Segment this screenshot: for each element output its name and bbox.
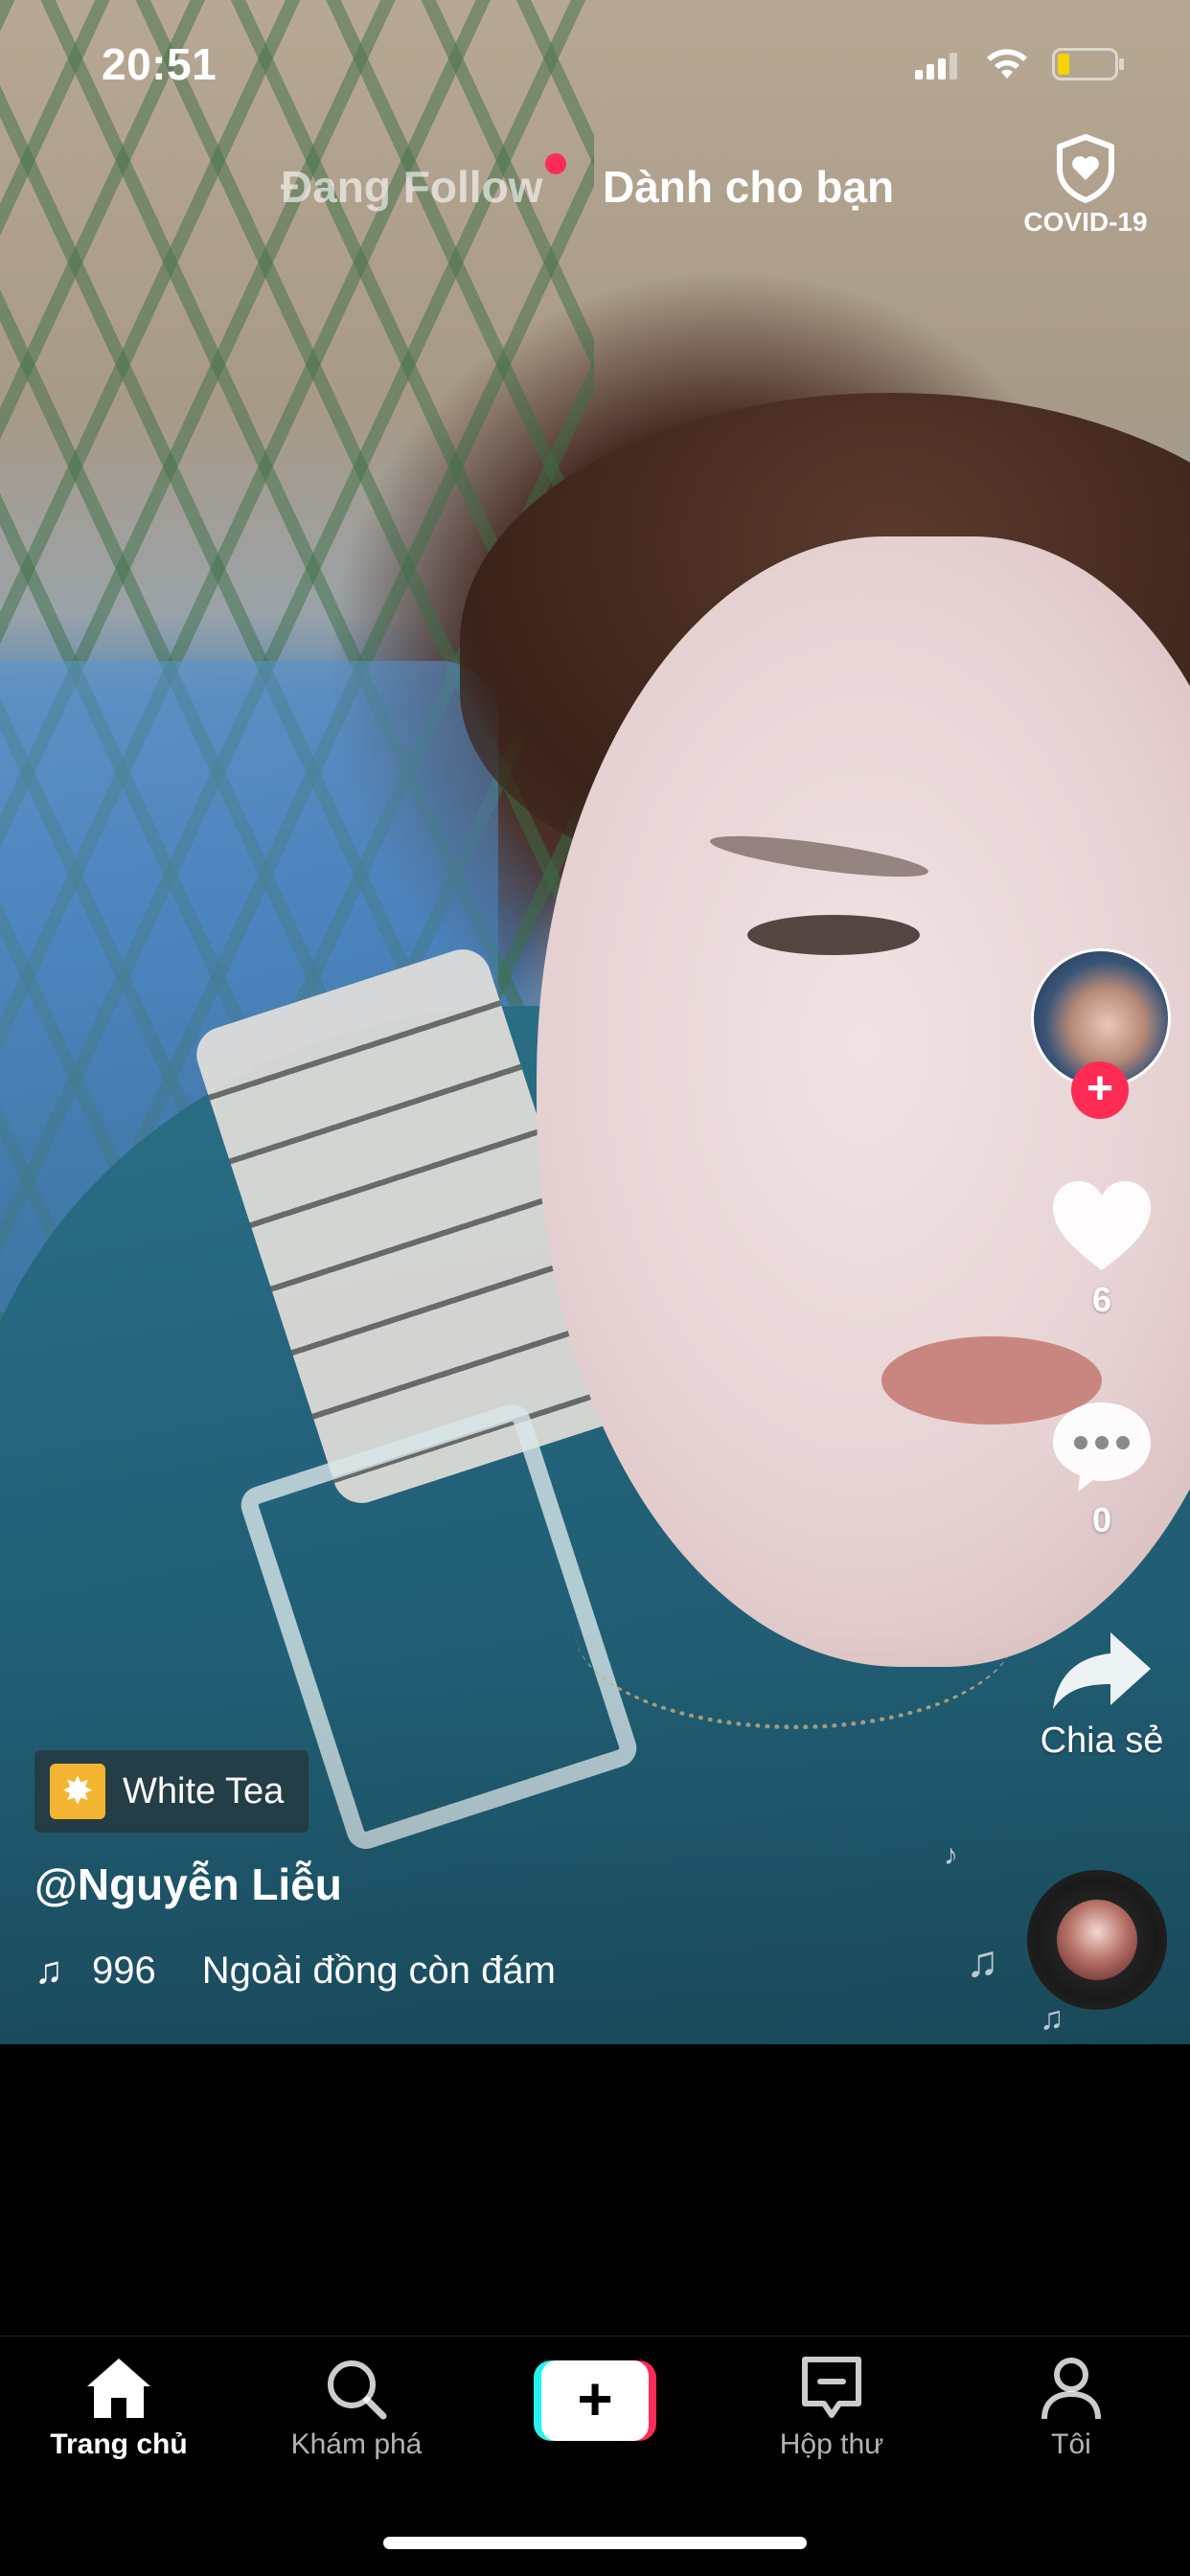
floating-music-note-icon: ♪ [944, 1839, 958, 1871]
tab-discover[interactable]: Khám phá [261, 2356, 452, 2461]
share-label: Chia sẻ [1040, 1721, 1164, 1761]
follow-plus-button[interactable]: + [1071, 1061, 1129, 1119]
tab-home[interactable]: Trang chủ [23, 2356, 215, 2461]
floating-music-note-icon: ♫ [1040, 2000, 1064, 2037]
tab-inbox-label: Hộp thư [779, 2428, 884, 2460]
video-player[interactable] [0, 0, 1190, 2044]
floating-music-note-icon: ♫ [966, 1936, 999, 1986]
plus-icon: + [541, 2360, 649, 2441]
music-disc[interactable] [1027, 1870, 1167, 2010]
share-arrow-icon [1053, 1632, 1151, 1709]
heart-icon [1053, 1181, 1151, 1270]
home-indicator[interactable] [383, 2537, 807, 2549]
comment-icon [1053, 1402, 1151, 1492]
music-title: Ngoài đồng còn đám [201, 1949, 556, 1992]
tab-discover-label: Khám phá [290, 2428, 423, 2460]
status-time: 20:51 [102, 39, 217, 89]
effect-tag[interactable]: ✸ White Tea [34, 1750, 309, 1833]
effect-sparkle-icon: ✸ [50, 1764, 105, 1819]
signal-icon [915, 53, 957, 80]
profile-icon [1041, 2358, 1101, 2420]
comment-button[interactable]: 0 [1037, 1399, 1167, 1540]
comment-count: 0 [1091, 1500, 1112, 1539]
music-note-icon: ♫ [34, 1949, 63, 1992]
video-eye [747, 915, 920, 955]
tab-following[interactable]: Đang Follow [281, 161, 542, 213]
inbox-icon [802, 2357, 861, 2418]
tab-home-label: Trang chủ [50, 2428, 188, 2460]
create-button[interactable]: + [534, 2360, 656, 2441]
home-icon [87, 2359, 150, 2418]
wifi-icon [987, 49, 1027, 79]
tab-profile-label: Tôi [1051, 2428, 1091, 2460]
covid-info-button[interactable]: COVID-19 [1018, 134, 1154, 238]
creator-username[interactable]: @Nguyễn Liễu [34, 1858, 342, 1910]
battery-icon [1052, 48, 1124, 80]
tab-inbox[interactable]: Hộp thư [736, 2356, 927, 2461]
shield-heart-icon [1057, 134, 1114, 203]
like-count: 6 [1091, 1280, 1112, 1319]
search-icon [328, 2360, 387, 2420]
share-button[interactable]: Chia sẻ [1037, 1629, 1167, 1762]
like-button[interactable]: 6 [1037, 1178, 1167, 1320]
creator-avatar[interactable]: + [1031, 948, 1171, 1119]
tab-profile[interactable]: Tôi [975, 2356, 1167, 2461]
effect-name: White Tea [123, 1770, 285, 1812]
music-info[interactable]: ♫ 996 Ngoài đồng còn đám [34, 1949, 556, 1993]
covid-label: COVID-19 [1023, 207, 1148, 237]
music-disc-cover [1057, 1900, 1137, 1980]
tab-for-you[interactable]: Dành cho bạn [603, 161, 894, 213]
music-prefix: 996 [92, 1949, 156, 1992]
following-notification-dot [545, 153, 566, 174]
